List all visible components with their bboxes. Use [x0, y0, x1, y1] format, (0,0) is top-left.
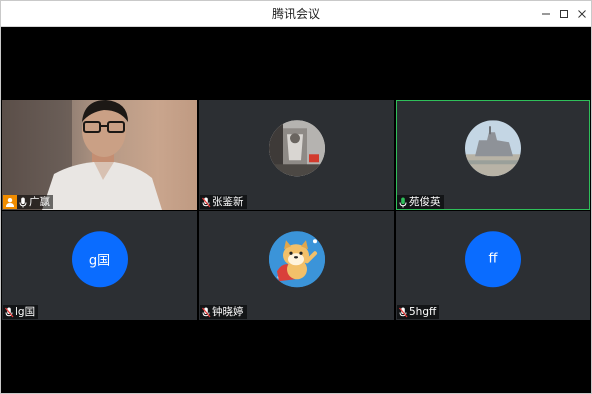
participant-tile[interactable]: 广赢 [2, 100, 197, 210]
avatar [268, 120, 325, 177]
microphone-active-icon [397, 195, 409, 209]
letter-avatar: ff [465, 230, 521, 287]
cartoon-dog-avatar [268, 230, 325, 287]
camera-video [2, 100, 197, 210]
participant-name: lg国 [15, 306, 36, 318]
nameplate: 张鉴新 [200, 195, 247, 209]
microphone-icon [17, 195, 29, 209]
nameplate: 5hgff [397, 305, 440, 319]
maximize-button[interactable] [555, 3, 573, 25]
minimize-button[interactable] [537, 3, 555, 25]
maximize-icon [560, 10, 568, 18]
close-icon [578, 10, 586, 18]
nameplate: 广赢 [3, 195, 53, 209]
participant-tile[interactable]: ff 5hgff [396, 211, 590, 320]
close-button[interactable] [573, 3, 591, 25]
participant-tile-speaking[interactable]: 苑俊英 [396, 100, 590, 210]
letter-avatar: g国 [71, 230, 128, 287]
photo-avatar [465, 120, 521, 177]
meeting-window: 腾讯会议 广赢 张鉴新 苑俊英 g国 lg国 钟晓婷 ff 5hgff [0, 0, 592, 394]
participant-tile[interactable]: 钟晓婷 [199, 211, 394, 320]
avatar [268, 230, 325, 287]
host-icon [3, 195, 17, 209]
nameplate: lg国 [3, 305, 39, 319]
participant-name: 苑俊英 [409, 196, 441, 208]
nameplate: 苑俊英 [397, 195, 444, 209]
participant-name: 钟晓婷 [212, 306, 244, 318]
title-bar[interactable]: 腾讯会议 [1, 1, 591, 27]
participant-name: 广赢 [29, 196, 50, 208]
participant-name: 张鉴新 [212, 196, 244, 208]
window-title: 腾讯会议 [271, 7, 320, 21]
microphone-muted-icon [3, 305, 15, 319]
person-silhouette [2, 100, 162, 210]
participant-tile[interactable]: g国 lg国 [2, 211, 197, 320]
avatar [465, 120, 521, 177]
photo-avatar [268, 120, 325, 177]
microphone-muted-icon [200, 195, 212, 209]
minimize-icon [542, 13, 550, 15]
video-grid: 广赢 张鉴新 苑俊英 g国 lg国 钟晓婷 ff 5hgff [1, 27, 591, 393]
participant-name: 5hgff [409, 306, 437, 318]
participant-tile[interactable]: 张鉴新 [199, 100, 394, 210]
nameplate: 钟晓婷 [200, 305, 247, 319]
microphone-muted-icon [397, 305, 409, 319]
microphone-muted-icon [200, 305, 212, 319]
